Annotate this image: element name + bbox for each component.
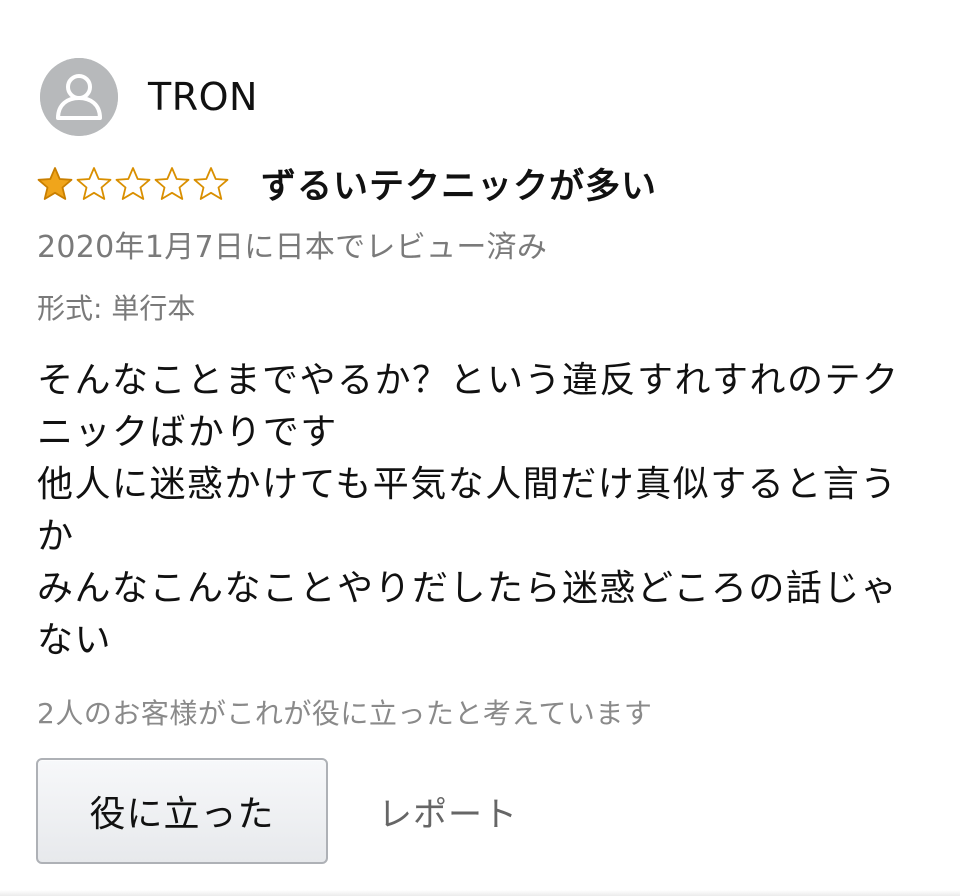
- reviewer-profile: TRON: [40, 58, 258, 136]
- bottom-divider: [0, 890, 960, 896]
- star-rating[interactable]: [36, 166, 231, 202]
- review-format: 形式: 単行本: [37, 292, 196, 325]
- review-date: 2020年1月7日に日本でレビュー済み: [37, 230, 548, 265]
- review-title[interactable]: ずるいテクニックが多い: [261, 158, 657, 209]
- star-empty-icon: [193, 166, 229, 200]
- user-silhouette-icon: [40, 58, 118, 136]
- review-paragraph: みんなこんなことやりだしたら迷惑どころの話じゃない: [37, 568, 899, 661]
- reviewer-name[interactable]: TRON: [148, 75, 258, 119]
- star-empty-icon: [115, 166, 151, 200]
- star-empty-icon: [76, 166, 112, 200]
- review-paragraph: 他人に迷惑かけても平気な人間だけ真似すると言うか: [37, 464, 898, 557]
- review-card: TRON ずるいテクニックが多い 2020年1月7日に日本でレビュー済み 形式:…: [0, 0, 960, 896]
- rating-row: ずるいテクニックが多い: [36, 158, 657, 209]
- helpful-button[interactable]: 役に立った: [36, 758, 328, 864]
- review-body: そんなことまでやるか？という違反すれすれのテクニックばかりです 他人に迷惑かけて…: [37, 355, 927, 667]
- helpful-count-text: 2人のお客様がこれが役に立ったと考えています: [37, 697, 653, 730]
- review-paragraph: そんなことまでやるか？という違反すれすれのテクニックばかりです: [37, 360, 900, 453]
- report-link[interactable]: レポート: [378, 787, 518, 836]
- avatar: [40, 58, 118, 136]
- star-empty-icon: [154, 166, 190, 200]
- star-filled-icon: [37, 166, 73, 200]
- review-actions: 役に立った レポート: [36, 758, 518, 864]
